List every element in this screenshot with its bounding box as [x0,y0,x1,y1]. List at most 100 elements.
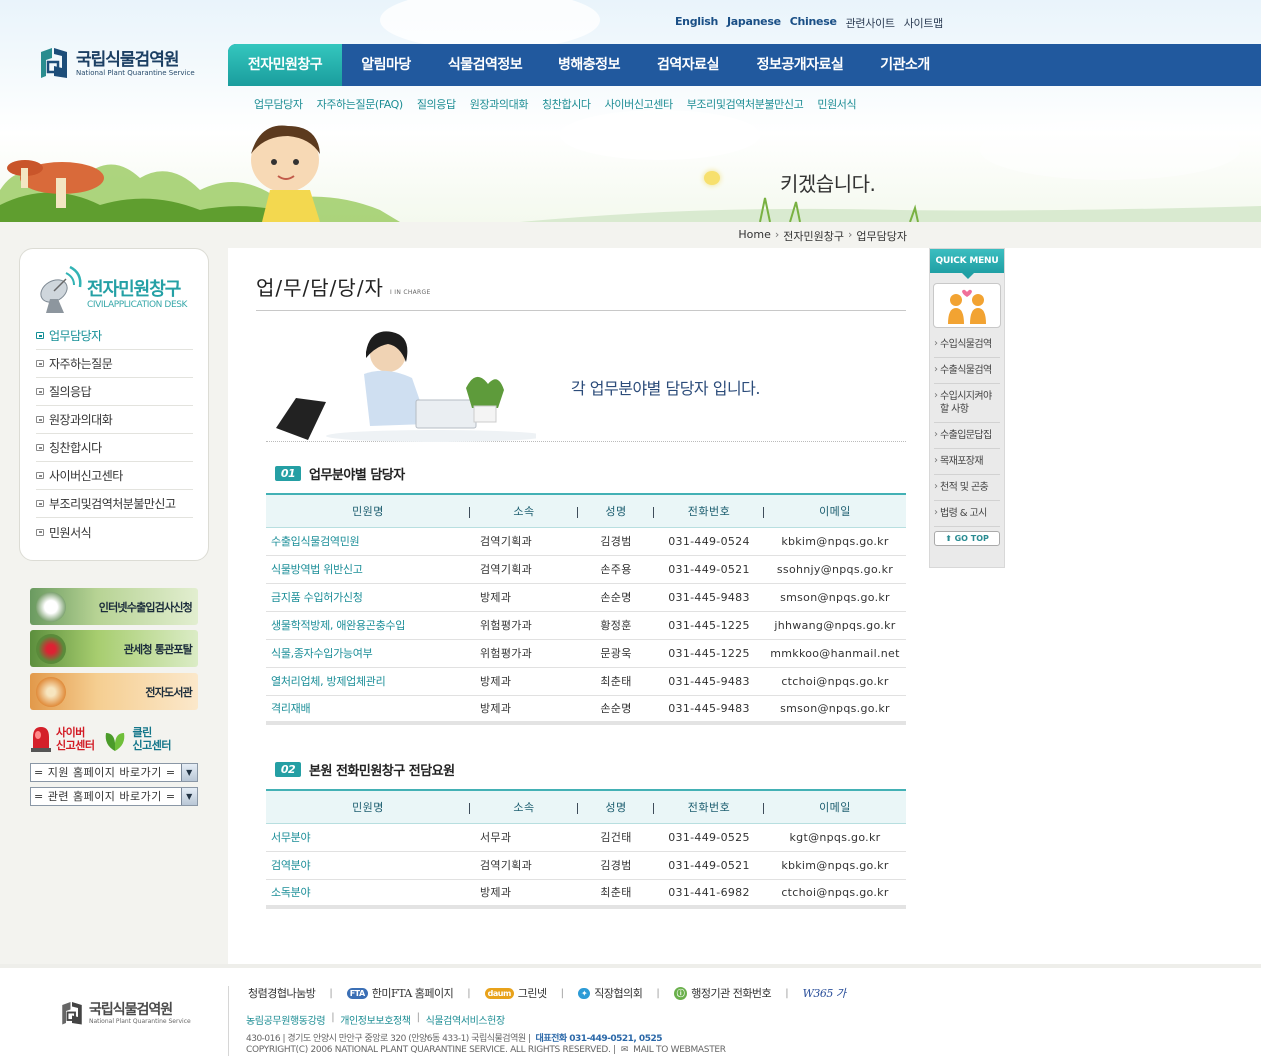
chevron-down-icon[interactable]: ▼ [181,788,197,805]
footer-link-integrity[interactable]: 청렴경협나눔방 [248,985,316,1001]
logo-mark-icon [62,1002,82,1025]
bullet-icon [36,332,44,339]
footer-link-greennet[interactable]: daum 그린넷 [484,985,547,1001]
banner-label: 관세청 통관포탈 [123,642,193,656]
footer-logo-name-en: National Plant Quarantine Service [89,1018,191,1025]
satellite-dish-icon [36,263,84,318]
table-header-row: 민원명 소속 성명 전화번호 이메일 [266,790,906,823]
table-row: 격리재배 방제과 손순명 031-445-9483 smson@npqs.go.… [266,695,906,723]
side-menu-box: 전자민원창구 CIVILAPPLICATION DESK 업무담당자 자주하는질… [19,248,209,561]
side-item-complaint[interactable]: 부조리및검역처분불만신고 [36,490,193,518]
sitemap-link[interactable]: 사이트맵 [904,15,944,31]
cyber-report-line1: 사이버 [56,726,85,739]
lnb-faq[interactable]: 자주하는질문(FAQ) [317,96,404,112]
lnb-praise[interactable]: 칭찬합시다 [542,96,591,112]
side-item-faq[interactable]: 자주하는질문 [36,350,193,378]
cyber-report-link[interactable]: 사이버 신고센터 [30,721,95,757]
phone-number: 031-449-0521 [668,858,750,872]
quick-import-export-faq[interactable]: 수출입문답집 [934,423,1000,449]
gnb-plant-quarantine-info[interactable]: 식물검역정보 [430,44,540,86]
side-item-qna[interactable]: 질의응답 [36,378,193,406]
side-item-director-talk[interactable]: 원장과의대화 [36,406,193,434]
lang-chinese-link[interactable]: Chinese [790,15,837,31]
civil-service-link[interactable]: 소독분야 [266,879,470,907]
staff-table: 민원명 소속 성명 전화번호 이메일 수출입식물검역민원 검역기획과 김경범 0… [266,493,906,725]
lang-japanese-link[interactable]: Japanese [727,15,781,31]
col-header: 소속 [470,790,578,823]
support-site-select[interactable]: = 지원 홈페이지 바로가기 = ▼ [30,763,198,782]
quick-menu: QUICK MENU 수입식물검역 수출식물검역 수입시지켜야 할 사항 수출입… [929,248,1005,568]
gnb-pest-info[interactable]: 병해충정보 [540,44,638,86]
quick-export-quarantine[interactable]: 수출식물검역 [934,358,1000,384]
banner-customs-portal[interactable]: 관세청 통관포탈 [30,630,198,667]
lnb-forms[interactable]: 민원서식 [817,96,856,112]
section-number: 02 [275,762,301,777]
book-icon [36,677,66,707]
breadcrumb-section[interactable]: 전자민원창구 [783,228,844,244]
lnb-cyber-report[interactable]: 사이버신고센타 [605,96,673,112]
footer-policy-conduct[interactable]: 농림공무원행동강령 [246,1012,326,1027]
chevron-right-icon: › [774,228,780,241]
side-item-label: 부조리및검역처분불만신고 [49,497,176,511]
chevron-down-icon[interactable]: ▼ [181,764,197,781]
table-row: 소독분야 방제과 최춘태 031-441-6982 ctchoi@npqs.go… [266,879,906,907]
civil-service-link[interactable]: 수출입식물검역민원 [266,527,470,555]
footer-policy-charter[interactable]: 식물검역서비스헌장 [426,1012,506,1027]
related-site-select[interactable]: = 관련 홈페이지 바로가기 = ▼ [30,787,198,806]
clean-report-link[interactable]: 클린 신고센터 [102,721,171,757]
related-sites-link[interactable]: 관련사이트 [846,15,895,31]
side-item-forms[interactable]: 민원서식 [36,518,193,546]
civil-service-link[interactable]: 금지품 수입허가신청 [266,583,470,611]
civil-service-link[interactable]: 서무분야 [266,823,470,851]
footer-tel: 대표전화 031-449-0521, 0525 [535,1034,663,1044]
lnb-director-talk[interactable]: 원장과의대화 [470,96,529,112]
gnb-about[interactable]: 기관소개 [862,44,948,86]
logo-name: 국립식물검역원 [76,49,179,70]
department: 방제과 [480,591,512,604]
staff-illustration [276,331,536,442]
section-title: 01 업무분야별 담당자 [275,464,405,483]
footer-link-workplace-council[interactable]: ✦ 직장협의회 [578,985,643,1001]
quick-laws[interactable]: 법령 & 고시 [934,501,1000,527]
lang-english-link[interactable]: English [675,15,718,31]
gnb-civil-desk[interactable]: 전자민원창구 [228,44,342,86]
gnb-quarantine-archive[interactable]: 검역자료실 [638,44,738,86]
footer-policy-privacy[interactable]: 개인정보보호정책 [340,1012,411,1027]
quick-import-guidelines[interactable]: 수입시지켜야 할 사항 [934,384,1000,423]
breadcrumb-home[interactable]: Home [738,228,770,244]
gnb-notice[interactable]: 알림마당 [342,44,430,86]
lnb-staff[interactable]: 업무담당자 [254,96,303,112]
banner-e-library[interactable]: 전자도서관 [30,673,198,710]
footer-link-phone-directory[interactable]: ⓘ 행정기관 전화번호 [673,985,772,1001]
col-header: 민원명 [266,494,470,527]
lnb-qna[interactable]: 질의응답 [417,96,456,112]
side-item-cyber-report[interactable]: 사이버신고센타 [36,462,193,490]
quick-wood-packaging[interactable]: 목재포장재 [934,449,1000,475]
quick-natural-enemies[interactable]: 천적 및 곤충 [934,475,1000,501]
side-item-praise[interactable]: 칭찬합시다 [36,434,193,462]
department: 방제과 [480,702,512,716]
side-item-staff[interactable]: 업무담당자 [36,322,193,350]
site-logo[interactable]: 국립식물검역원 National Plant Quarantine Servic… [38,46,195,82]
email: ssohnjy@npqs.go.kr [776,562,894,576]
go-top-button[interactable]: ⬆ GO TOP [934,531,1000,546]
quick-import-quarantine[interactable]: 수입식물검역 [934,332,1000,358]
banner-internet-inspection[interactable]: 인터넷수출입검사신청 [30,588,198,625]
gnb-info-disclosure[interactable]: 정보공개자료실 [738,44,862,86]
table-row: 금지품 수입허가신청 방제과 손순명 031-445-9483 smson@np… [266,583,906,611]
civil-service-link[interactable]: 격리재배 [266,695,470,723]
civil-service-link[interactable]: 생물학적방제, 애완용곤충수입 [266,611,470,639]
footer-link-w365[interactable]: W365 가 [803,985,846,1001]
report-links: 사이버 신고센터 클린 신고센터 [30,721,200,757]
support-site-select-value: = 지원 홈페이지 바로가기 = [34,766,176,779]
civil-service-link[interactable]: 검역분야 [266,851,470,879]
lnb-complaint[interactable]: 부조리및검역처분불만신고 [687,96,804,112]
council-icon: ✦ [578,987,591,999]
page-title-en: I IN CHARGE [390,289,431,296]
civil-service-link[interactable]: 식물,종자수입가능여부 [266,639,470,667]
footer-link-fta[interactable]: FTA 한미FTA 홈페이지 [346,985,454,1001]
mail-to-webmaster-link[interactable]: MAIL TO WEBMASTER [633,1045,726,1055]
visual-grass-illustration [0,160,1261,222]
civil-service-link[interactable]: 열처리업체, 방제업체관리 [266,667,470,695]
civil-service-link[interactable]: 식물방역법 위반신고 [266,555,470,583]
